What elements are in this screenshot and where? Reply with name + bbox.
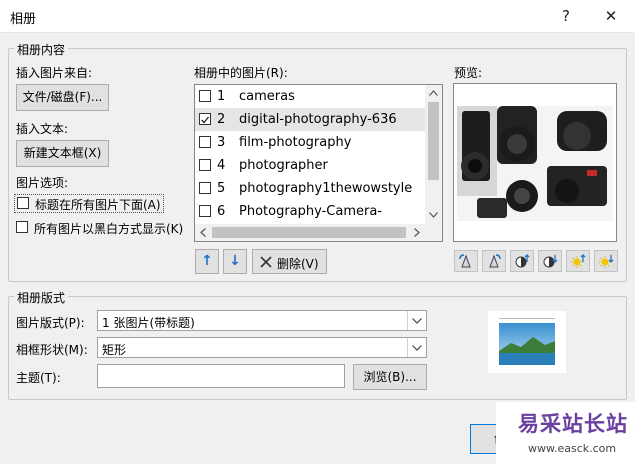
rotate-left-icon [459,254,471,268]
dropdown-chevron [412,318,422,324]
move-up-button[interactable]: ↑ [195,249,219,274]
contrast-up-icon [515,254,530,268]
picture-number: 6 [217,204,226,219]
caption-below-option[interactable]: 标题在所有图片下面(A) [14,194,164,213]
list-item[interactable]: 3 film-photography [195,131,425,154]
black-white-label: 所有图片以黑白方式显示(K) [34,222,184,236]
rotate-right-button[interactable] [482,250,506,272]
list-item[interactable]: 1 cameras [195,85,425,108]
move-down-button[interactable]: ↓ [223,249,247,274]
file-disk-button[interactable]: 文件/磁盘(F)... [16,84,109,111]
list-item[interactable]: 6 Photography-Camera- [195,200,425,223]
decrease-brightness-button[interactable] [594,250,618,272]
list-scroll-thumb[interactable] [428,102,439,180]
layout-preview [488,311,566,373]
picture-number: 5 [217,181,226,196]
preview-label: 预览: [454,66,483,80]
picture-name: film-photography [239,135,352,150]
insert-from-label: 插入图片来自: [16,66,93,80]
chevron-down-icon[interactable] [407,338,426,357]
pictures-list-label: 相册中的图片(R): [194,66,288,80]
list-vertical-scrollbar[interactable] [425,85,442,224]
increase-contrast-button[interactable] [510,250,534,272]
black-white-checkbox[interactable] [16,221,28,233]
delete-icon [260,256,272,268]
picture-layout-label: 图片版式(P): [16,316,85,330]
landscape-image-icon [499,323,555,365]
picture-checkbox[interactable] [199,113,211,125]
frame-shape-label: 相框形状(M): [16,343,88,357]
picture-number: 3 [217,135,226,150]
arrow-up-icon: ↑ [201,253,213,269]
scroll-left-icon[interactable] [200,228,206,237]
check-icon [201,116,210,124]
scroll-right-icon[interactable] [414,228,420,237]
watermark-url: www.easck.com [528,442,617,455]
list-horizontal-scrollbar[interactable] [195,224,442,241]
caption-below-checkbox[interactable] [17,197,29,209]
list-hscroll-thumb[interactable] [212,227,406,238]
theme-label: 主题(T): [16,371,61,385]
dropdown-chevron [412,345,422,351]
delete-label: 删除(V) [277,257,319,271]
picture-number: 2 [217,112,226,127]
frame-shape-select[interactable]: 矩形 [97,337,427,358]
window-title: 相册 [10,12,37,27]
picture-number: 4 [217,158,226,173]
picture-checkbox[interactable] [199,159,211,171]
rotate-right-icon [489,254,501,268]
list-item[interactable]: 5 photography1thewowstyle [195,177,425,200]
browse-button[interactable]: 浏览(B)... [353,364,427,390]
new-textbox-button[interactable]: 新建文本框(X) [16,140,109,167]
pictures-listbox[interactable]: 1 cameras 2 digital-photography-636 3 fi… [194,84,443,242]
close-icon: ✕ [604,7,618,25]
list-item[interactable]: 4 photographer [195,154,425,177]
help-button[interactable]: ? [553,4,579,28]
scroll-up-icon[interactable] [429,90,438,96]
picture-name: photographer [239,158,328,173]
picture-layout-select[interactable]: 1 张图片(带标题) [97,310,427,331]
picture-checkbox[interactable] [199,182,211,194]
picture-name: photography1thewowstyle [239,181,413,196]
brightness-down-icon [599,255,614,268]
picture-checkbox[interactable] [199,90,211,102]
watermark-title: 易采站长站 [518,411,628,436]
scroll-down-icon[interactable] [429,212,438,218]
preview-pane [453,83,617,242]
close-button[interactable]: ✕ [598,4,624,28]
rotate-left-button[interactable] [454,250,478,272]
caption-below-label: 标题在所有图片下面(A) [35,198,161,212]
picture-options-label: 图片选项: [16,176,69,190]
frame-shape-value: 矩形 [102,343,127,357]
brightness-up-icon [571,254,586,268]
list-item[interactable]: 2 digital-photography-636 [195,108,425,131]
picture-name: cameras [239,89,295,104]
picture-checkbox[interactable] [199,136,211,148]
title-bar [0,0,635,33]
watermark-logo: 易采站长站 www.easck.com [496,402,635,464]
album-content-label: 相册内容 [14,41,69,58]
decrease-contrast-button[interactable] [538,250,562,272]
layout-preview-rule [499,318,555,319]
picture-checkbox[interactable] [199,205,211,217]
contrast-down-icon [543,255,558,268]
increase-brightness-button[interactable] [566,250,590,272]
album-layout-label: 相册版式 [14,289,69,306]
picture-name: Photography-Camera- [239,204,382,219]
picture-layout-value: 1 张图片(带标题) [102,316,195,330]
black-white-option[interactable]: 所有图片以黑白方式显示(K) [14,219,186,236]
preview-image [457,106,613,221]
arrow-down-icon: ↓ [229,253,241,269]
picture-number: 1 [217,89,226,104]
picture-name: digital-photography-636 [239,112,397,127]
chevron-down-icon[interactable] [407,311,426,330]
insert-text-label: 插入文本: [16,122,69,136]
delete-button[interactable]: 删除(V) [252,249,327,274]
theme-input[interactable] [97,364,345,388]
